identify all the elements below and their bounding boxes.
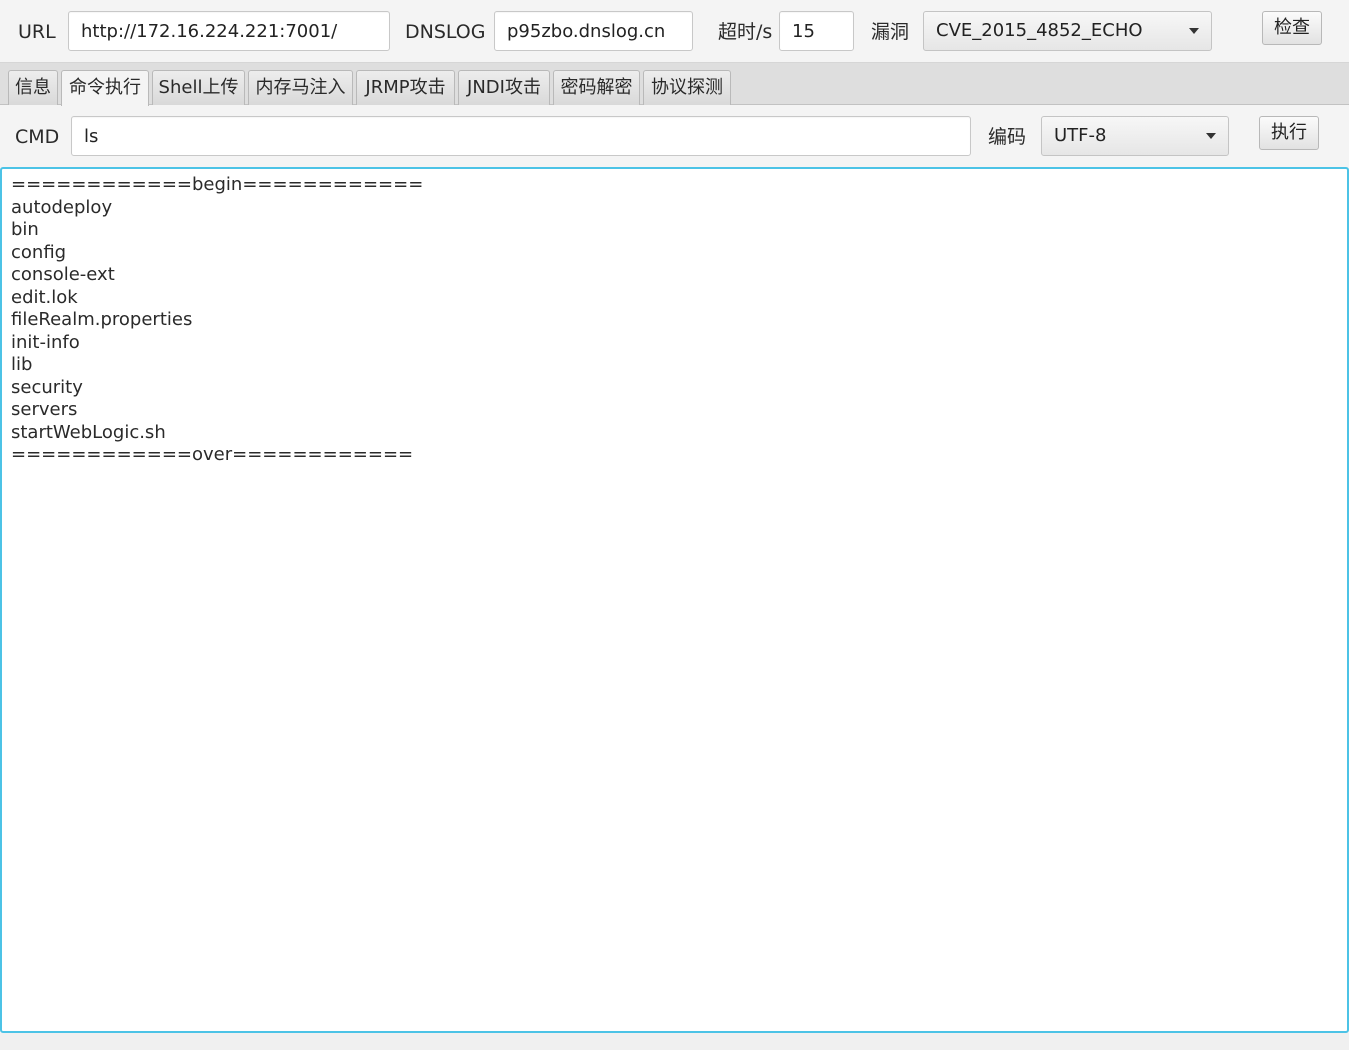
bottom-bar bbox=[0, 1033, 1349, 1050]
output-line: bin bbox=[11, 219, 39, 240]
output-line: security bbox=[11, 376, 83, 398]
output-line: fileRealm.properties bbox=[11, 309, 193, 330]
output-line: lib bbox=[11, 354, 33, 375]
encoding-select[interactable]: UTF-8 bbox=[1041, 116, 1229, 156]
output-line: console-ext bbox=[11, 264, 115, 285]
tab-info[interactable]: 信息 bbox=[8, 70, 58, 105]
vuln-select-value: CVE_2015_4852_ECHO bbox=[936, 20, 1143, 41]
dnslog-input[interactable] bbox=[494, 11, 693, 51]
timeout-input[interactable] bbox=[779, 11, 854, 51]
tab-command-exec[interactable]: 命令执行 bbox=[61, 70, 149, 106]
url-input[interactable] bbox=[68, 11, 390, 51]
timeout-label: 超时/s bbox=[718, 21, 773, 43]
tab-memshell-inject[interactable]: 内存马注入 bbox=[248, 70, 353, 105]
chevron-down-icon bbox=[1206, 133, 1216, 139]
output-line: edit.lok bbox=[11, 286, 78, 308]
output-line: init-info bbox=[11, 331, 80, 353]
cmd-label: CMD bbox=[15, 126, 60, 148]
vuln-label: 漏洞 bbox=[871, 21, 910, 43]
dnslog-label: DNSLOG bbox=[405, 21, 486, 43]
execute-button[interactable]: 执行 bbox=[1259, 116, 1319, 150]
encoding-label: 编码 bbox=[988, 126, 1027, 148]
output-textarea[interactable]: ============begin============ autodeploy… bbox=[0, 167, 1349, 1033]
tab-jndi-attack[interactable]: JNDI攻击 bbox=[458, 70, 550, 105]
cmd-input[interactable] bbox=[71, 116, 971, 156]
output-line: ============begin============ bbox=[11, 174, 424, 195]
check-button[interactable]: 检查 bbox=[1262, 11, 1322, 45]
output-line: config bbox=[11, 241, 67, 263]
url-label: URL bbox=[18, 21, 56, 43]
tab-shell-upload[interactable]: Shell上传 bbox=[152, 70, 245, 105]
chevron-down-icon bbox=[1189, 28, 1199, 34]
top-toolbar: URL DNSLOG 超时/s 漏洞 CVE_2015_4852_ECHO 检查 bbox=[0, 0, 1349, 62]
output-line: servers bbox=[11, 399, 78, 420]
output-line: ============over============ bbox=[11, 444, 414, 465]
tab-password-decrypt[interactable]: 密码解密 bbox=[553, 70, 640, 105]
output-line: startWebLogic.sh bbox=[11, 421, 166, 443]
vuln-select[interactable]: CVE_2015_4852_ECHO bbox=[923, 11, 1212, 51]
output-line: autodeploy bbox=[11, 196, 113, 218]
tab-jrmp-attack[interactable]: JRMP攻击 bbox=[356, 70, 455, 105]
tab-strip: 信息 命令执行 Shell上传 内存马注入 JRMP攻击 JNDI攻击 密码解密… bbox=[0, 62, 1349, 106]
encoding-select-value: UTF-8 bbox=[1054, 125, 1107, 146]
tab-protocol-probe[interactable]: 协议探测 bbox=[643, 70, 731, 105]
